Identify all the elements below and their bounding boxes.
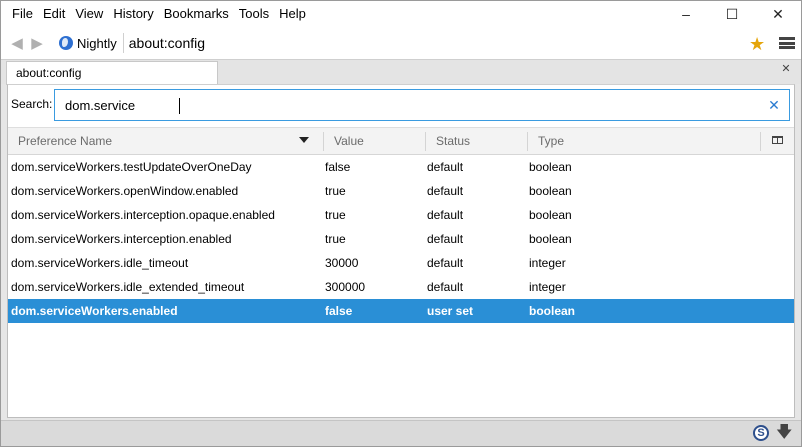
table-header: Preference Name Value Status Type (8, 127, 794, 155)
pref-name: dom.serviceWorkers.idle_timeout (11, 256, 189, 270)
pref-name: dom.serviceWorkers.enabled (11, 304, 178, 318)
table-row[interactable]: dom.serviceWorkers.interception.opaque.e… (8, 203, 794, 227)
pref-type: integer (529, 280, 566, 294)
column-header-type[interactable]: Type (538, 128, 564, 155)
column-header-preference-name[interactable]: Preference Name (18, 128, 112, 155)
menu-view[interactable]: View (70, 1, 108, 27)
download-arrow-icon[interactable]: 🡇 (776, 424, 792, 442)
menu-help[interactable]: Help (274, 1, 311, 27)
menu-tools[interactable]: Tools (234, 1, 274, 27)
menu-history[interactable]: History (108, 1, 158, 27)
pref-status: default (427, 232, 464, 246)
maximize-button[interactable]: ☐ (709, 1, 755, 27)
close-window-icon: ✕ (772, 5, 784, 22)
pref-type: boolean (529, 304, 576, 318)
table-row-selected[interactable]: dom.serviceWorkers.enabled false user se… (8, 299, 794, 323)
tab-label: about:config (16, 66, 82, 80)
menu-edit[interactable]: Edit (38, 1, 70, 27)
text-caret (179, 98, 180, 114)
identity-label: Nightly (77, 35, 117, 51)
browser-window: File Edit View History Bookmarks Tools H… (0, 0, 802, 447)
minimize-button[interactable]: – (663, 1, 709, 27)
menu-file[interactable]: File (7, 1, 38, 27)
pref-name: dom.serviceWorkers.testUpdateOverOneDay (11, 160, 252, 174)
tab-strip: about:config (1, 59, 801, 85)
star-icon[interactable]: ★ (749, 35, 769, 53)
back-arrow-icon: ◀ (11, 35, 23, 52)
search-row: Search: ✕ (8, 85, 794, 125)
identity-box[interactable]: Nightly (55, 33, 124, 53)
search-box[interactable]: ✕ (54, 89, 790, 121)
pref-name: dom.serviceWorkers.openWindow.enabled (11, 184, 239, 198)
search-input[interactable] (65, 95, 745, 115)
table-row[interactable]: dom.serviceWorkers.idle_extended_timeout… (8, 275, 794, 299)
sort-descending-icon[interactable] (299, 137, 309, 143)
pref-status: default (427, 208, 464, 222)
column-separator[interactable] (425, 132, 426, 151)
pref-type: boolean (529, 184, 572, 198)
column-separator (760, 132, 761, 151)
close-icon[interactable]: ✕ (780, 63, 792, 75)
about-config-page: Search: ✕ Preference Name Value Status T… (7, 84, 795, 418)
addon-s-icon[interactable]: S (753, 425, 769, 441)
pref-value: 300000 (325, 280, 366, 294)
menu-bar: File Edit View History Bookmarks Tools H… (1, 1, 801, 27)
table-row[interactable]: dom.serviceWorkers.openWindow.enabled tr… (8, 179, 794, 203)
pref-value: true (325, 184, 346, 198)
search-label: Search: (11, 97, 53, 111)
column-separator[interactable] (527, 132, 528, 151)
pref-status: user set (427, 304, 474, 318)
hamburger-menu-icon[interactable] (778, 35, 796, 51)
preferences-list: dom.serviceWorkers.testUpdateOverOneDay … (8, 155, 794, 323)
pref-status: default (427, 160, 464, 174)
pref-name: dom.serviceWorkers.interception.opaque.e… (11, 208, 275, 222)
close-window-button[interactable]: ✕ (755, 1, 801, 27)
back-button[interactable]: ◀ (7, 33, 27, 53)
pref-value: false (325, 160, 351, 174)
pref-type: integer (529, 256, 566, 270)
maximize-icon: ☐ (725, 5, 739, 22)
column-picker-icon[interactable] (772, 136, 783, 146)
pref-status: default (427, 280, 464, 294)
minimize-icon: – (682, 6, 690, 22)
pref-name: dom.serviceWorkers.idle_extended_timeout (11, 280, 245, 294)
pref-value: true (325, 208, 346, 222)
pref-value: true (325, 232, 346, 246)
pref-status: default (427, 184, 464, 198)
column-header-value[interactable]: Value (334, 128, 364, 155)
url-text[interactable]: about:config (129, 35, 205, 51)
tab-about-config[interactable]: about:config (6, 61, 218, 85)
pref-status: default (427, 256, 464, 270)
clear-icon[interactable]: ✕ (767, 98, 781, 112)
column-separator[interactable] (323, 132, 324, 151)
menu-bookmarks[interactable]: Bookmarks (159, 1, 234, 27)
table-row[interactable]: dom.serviceWorkers.interception.enabled … (8, 227, 794, 251)
pref-name: dom.serviceWorkers.interception.enabled (11, 232, 232, 246)
pref-value: false (325, 304, 353, 318)
addon-bar: S 🡇 (1, 420, 801, 446)
pref-type: boolean (529, 232, 572, 246)
forward-arrow-icon: ▶ (31, 35, 43, 52)
column-header-status[interactable]: Status (436, 128, 470, 155)
pref-type: boolean (529, 208, 572, 222)
navigation-bar: ◀ ▶ Nightly about:config (1, 27, 801, 59)
forward-button[interactable]: ▶ (27, 33, 47, 53)
pref-type: boolean (529, 160, 572, 174)
globe-icon (59, 36, 73, 50)
pref-value: 30000 (325, 256, 359, 270)
window-controls: – ☐ ✕ (663, 1, 801, 27)
table-row[interactable]: dom.serviceWorkers.testUpdateOverOneDay … (8, 155, 794, 179)
table-row[interactable]: dom.serviceWorkers.idle_timeout 30000 de… (8, 251, 794, 275)
url-bar[interactable]: Nightly about:config (55, 31, 773, 55)
